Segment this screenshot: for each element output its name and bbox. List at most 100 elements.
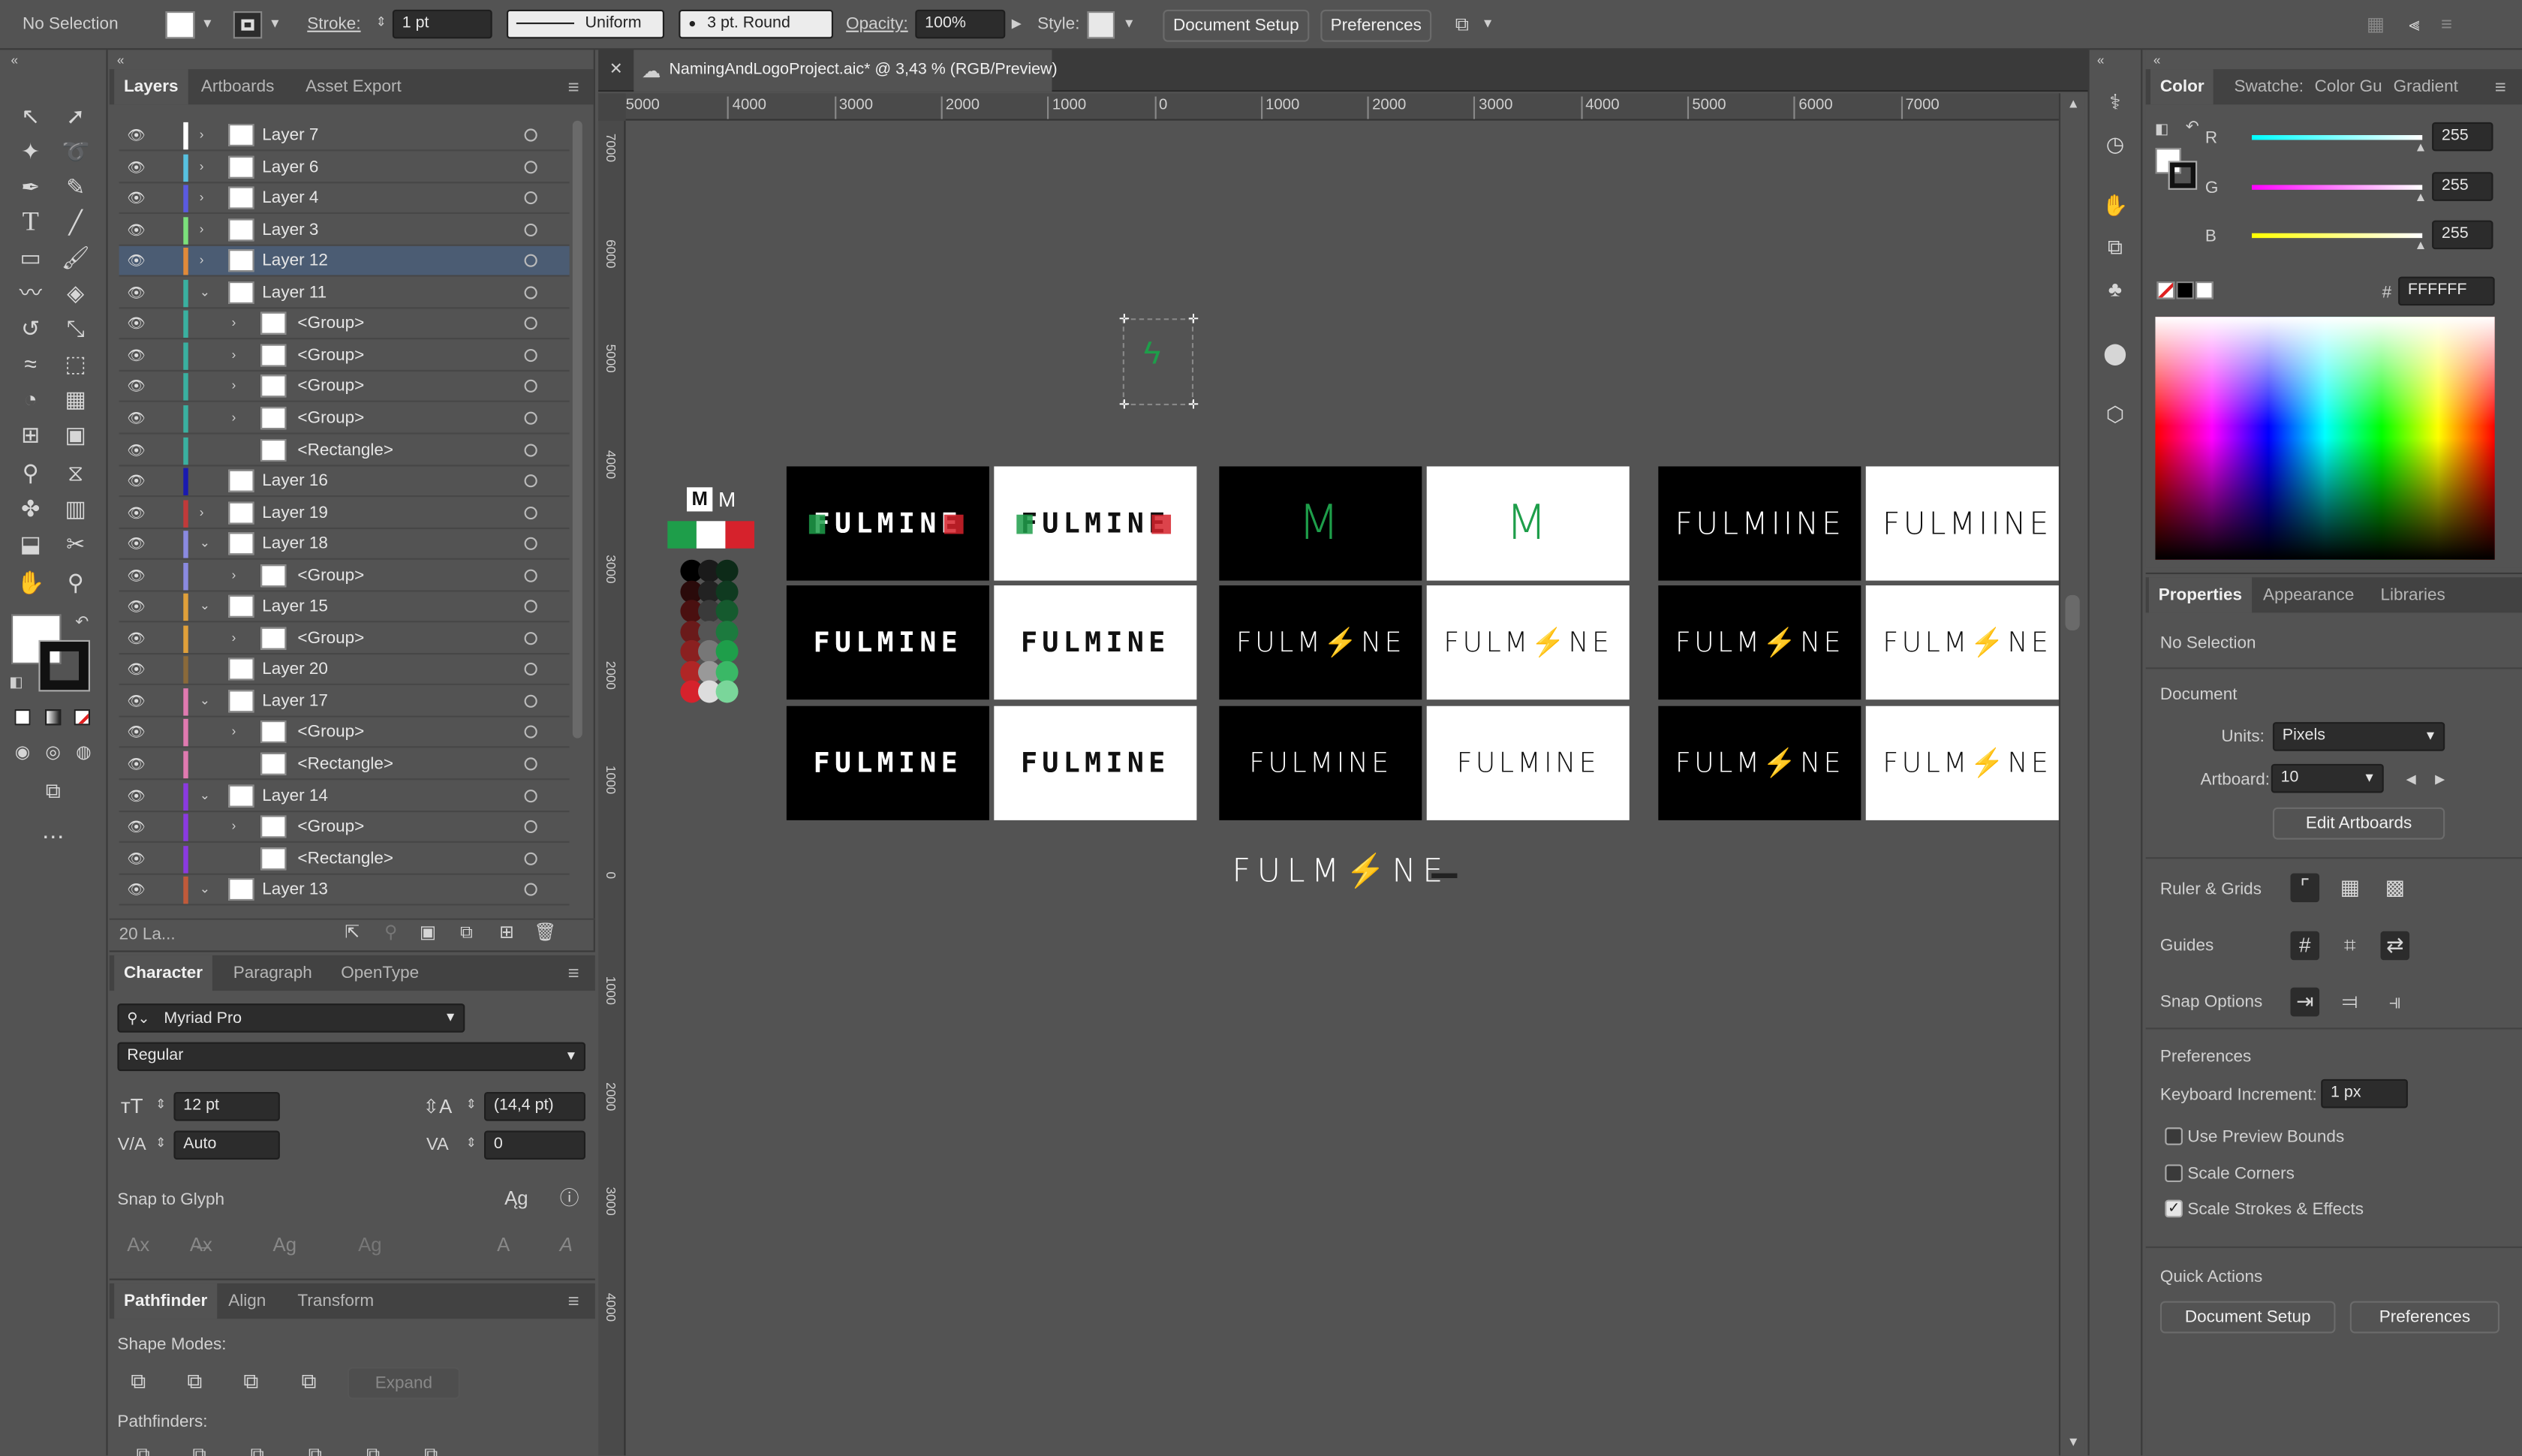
units-select[interactable]: Pixels ▼ bbox=[2272, 722, 2445, 751]
handle-icon[interactable]: ✛ bbox=[1116, 312, 1132, 328]
stroke-profile-select[interactable]: Uniform bbox=[507, 9, 665, 39]
exclude-icon[interactable]: ⧉ bbox=[294, 1367, 324, 1396]
brush-select[interactable]: ● 3 pt. Round bbox=[679, 9, 834, 39]
zoom-tool-icon[interactable]: ⚲ bbox=[61, 567, 90, 597]
rulers-icon[interactable]: ⌜ bbox=[2290, 873, 2320, 903]
layer-row[interactable]: 👁 › <Group> bbox=[119, 404, 570, 435]
layer-row[interactable]: 👁 › <Group> bbox=[119, 341, 570, 372]
handle-icon[interactable]: ✛ bbox=[1116, 397, 1132, 413]
edit-artboards-button[interactable]: Edit Artboards bbox=[2272, 807, 2445, 840]
keyboard-increment-field[interactable]: 1 px bbox=[2321, 1078, 2408, 1109]
layer-name[interactable]: Layer 15 bbox=[262, 597, 328, 617]
target-circle-icon[interactable] bbox=[524, 223, 537, 236]
collapse-icon[interactable]: « bbox=[7, 53, 23, 69]
artboard[interactable]: M bbox=[1426, 466, 1630, 581]
direct-selection-tool-icon[interactable]: ➚ bbox=[61, 101, 90, 131]
visibility-eye-icon[interactable]: 👁 bbox=[127, 756, 146, 772]
next-artboard-icon[interactable]: ▶ bbox=[2432, 772, 2448, 788]
stepper-icon[interactable]: ⇕ bbox=[373, 14, 389, 30]
tab-color-guide[interactable]: Color Gu bbox=[2315, 69, 2382, 104]
eraser-tool-icon[interactable]: ◈ bbox=[61, 278, 90, 308]
unite-icon[interactable]: ⧉ bbox=[124, 1367, 153, 1396]
tab-properties[interactable]: Properties bbox=[2148, 577, 2252, 613]
layer-row[interactable]: 👁 Layer 16 bbox=[119, 467, 570, 498]
stepper-icon[interactable]: ⇕ bbox=[153, 1136, 169, 1151]
chevron-down-icon[interactable]: ⌄ bbox=[200, 787, 210, 802]
artboard[interactable]: FULMINE bbox=[1219, 705, 1422, 820]
layer-row[interactable]: 👁 › Layer 12 bbox=[119, 246, 570, 277]
rectangle-tool-icon[interactable]: ▭ bbox=[16, 243, 45, 272]
layer-name[interactable]: Layer 6 bbox=[262, 157, 318, 176]
black-swatch[interactable] bbox=[2176, 281, 2194, 299]
stroke-swatch[interactable] bbox=[233, 11, 263, 39]
visibility-eye-icon[interactable]: 👁 bbox=[127, 473, 146, 489]
visibility-eye-icon[interactable]: 👁 bbox=[127, 724, 146, 740]
artboard[interactable]: FULMINE bbox=[994, 585, 1197, 700]
transform-icon[interactable]: ⧉ bbox=[2101, 233, 2130, 263]
panel-menu-icon[interactable]: ≡ bbox=[567, 955, 579, 991]
document-setup-button[interactable]: Document Setup bbox=[1163, 9, 1310, 42]
target-circle-icon[interactable] bbox=[524, 851, 537, 865]
magic-wand-icon[interactable]: ✦ bbox=[16, 137, 45, 166]
chevron-right-icon[interactable]: › bbox=[232, 724, 236, 739]
b-value-field[interactable]: 255 bbox=[2432, 220, 2493, 250]
visibility-eye-icon[interactable]: 👁 bbox=[127, 599, 146, 615]
target-circle-icon[interactable] bbox=[524, 663, 537, 676]
line-tool-icon[interactable]: ╱ bbox=[61, 207, 90, 236]
chevron-right-icon[interactable]: › bbox=[232, 567, 236, 582]
previous-artboard-icon[interactable]: ◀ bbox=[2403, 772, 2418, 788]
target-circle-icon[interactable] bbox=[524, 600, 537, 613]
target-circle-icon[interactable] bbox=[524, 537, 537, 551]
scroll-thumb[interactable] bbox=[2065, 594, 2080, 631]
stepper-icon[interactable]: ⇕ bbox=[463, 1136, 479, 1151]
tab-color[interactable]: Color bbox=[2150, 69, 2214, 105]
chevron-right-icon[interactable]: › bbox=[232, 347, 236, 362]
panel-menu-icon[interactable]: ≡ bbox=[2495, 69, 2506, 104]
layer-name[interactable]: <Group> bbox=[297, 314, 364, 334]
menu-icon[interactable]: ≡ bbox=[2432, 10, 2461, 39]
chevron-down-icon[interactable]: ▼ bbox=[267, 16, 283, 32]
draw-behind-icon[interactable]: ◎ bbox=[38, 739, 68, 768]
r-value-field[interactable]: 255 bbox=[2432, 122, 2493, 152]
delete-layer-icon[interactable]: 🗑 bbox=[531, 919, 560, 948]
handle-icon[interactable]: ✛ bbox=[1185, 312, 1201, 328]
tab-libraries[interactable]: Libraries bbox=[2380, 577, 2445, 612]
gradient-tool-icon[interactable]: ▣ bbox=[61, 420, 90, 449]
more-tools-icon[interactable]: ⋯ bbox=[38, 822, 68, 851]
snap-glyph-bounds-icon[interactable]: Ag bbox=[270, 1230, 299, 1259]
free-transform-icon[interactable]: ⬚ bbox=[61, 349, 90, 378]
artboard-select[interactable]: 10 ▼ bbox=[2271, 763, 2384, 793]
target-circle-icon[interactable] bbox=[524, 254, 537, 268]
shape-builder-icon[interactable]: ◔ bbox=[16, 384, 45, 414]
scale-tool-icon[interactable]: ⤡ bbox=[61, 314, 90, 343]
layer-row[interactable]: 👁 › Layer 6 bbox=[119, 152, 570, 183]
snap-baseline-icon[interactable]: Ax bbox=[124, 1230, 153, 1259]
arrow-up-icon[interactable]: ▲ bbox=[2065, 97, 2081, 113]
layer-name[interactable]: Layer 7 bbox=[262, 125, 318, 145]
collapse-icon[interactable]: « bbox=[2093, 53, 2108, 69]
grid-icon[interactable]: ▦ bbox=[2361, 10, 2391, 39]
glyph-icon[interactable]: Ąg bbox=[502, 1184, 531, 1213]
chevron-down-icon[interactable]: ▼ bbox=[200, 16, 215, 32]
color-stroke-box[interactable] bbox=[2168, 161, 2198, 190]
none-mode-icon[interactable] bbox=[74, 709, 91, 726]
target-circle-icon[interactable] bbox=[524, 506, 537, 519]
slider-thumb-icon[interactable]: ▲ bbox=[2412, 140, 2428, 155]
visibility-eye-icon[interactable]: 👁 bbox=[127, 347, 146, 363]
hex-field[interactable]: FFFFFF bbox=[2398, 276, 2495, 306]
target-circle-icon[interactable] bbox=[524, 757, 537, 771]
scale-strokes-checkbox[interactable]: ✓ bbox=[2165, 1199, 2183, 1218]
slider-thumb-icon[interactable]: ▲ bbox=[2412, 238, 2428, 254]
paintbrush-tool-icon[interactable]: 🖌 bbox=[61, 243, 90, 272]
crop-icon[interactable]: ⧉ bbox=[301, 1439, 330, 1456]
rotate-tool-icon[interactable]: ↺ bbox=[16, 314, 45, 343]
layer-row[interactable]: 👁 <Rectangle> bbox=[119, 750, 570, 781]
arrow-down-icon[interactable]: ▼ bbox=[2065, 1434, 2081, 1450]
g-value-field[interactable]: 255 bbox=[2432, 172, 2493, 201]
snap-to-pixel-icon[interactable]: ⫣ bbox=[2380, 988, 2409, 1017]
shaper-tool-icon[interactable]: 〰 bbox=[16, 278, 45, 308]
layer-row[interactable]: 👁 › <Group> bbox=[119, 561, 570, 591]
style-swatch[interactable] bbox=[1087, 11, 1115, 39]
artboard[interactable]: FULMIINE bbox=[1658, 466, 1861, 581]
visibility-eye-icon[interactable]: 👁 bbox=[127, 253, 146, 269]
